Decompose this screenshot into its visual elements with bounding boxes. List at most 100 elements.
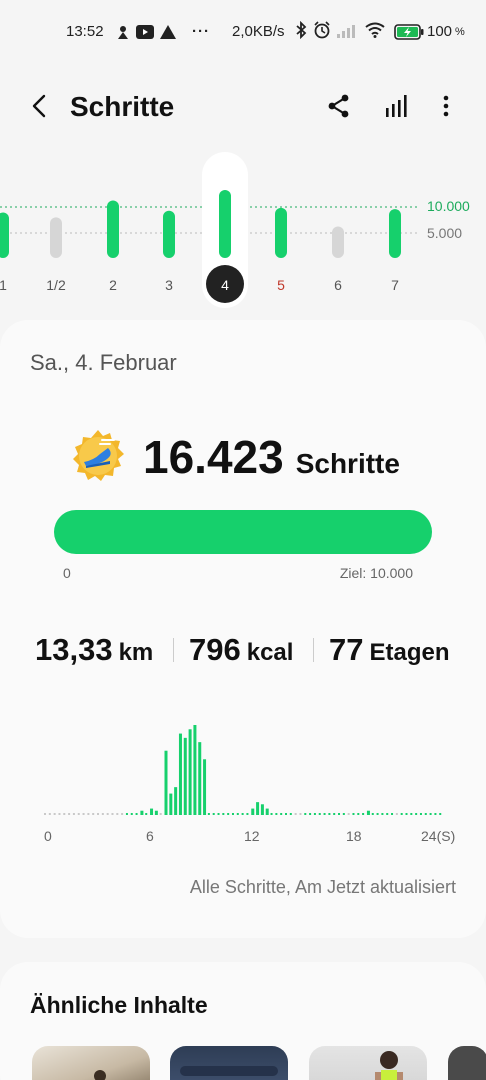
energy-stat: 796 kcal (189, 632, 293, 668)
hourly-bar (207, 813, 210, 815)
day-label[interactable]: 6 (334, 277, 342, 293)
hourly-bar (82, 813, 85, 815)
hourly-bar (231, 813, 234, 815)
hourly-bar (193, 725, 197, 815)
share-icon[interactable] (325, 92, 353, 120)
hourly-bar (347, 813, 350, 815)
hourly-bar (87, 813, 90, 815)
hourly-bar (381, 813, 384, 815)
hourly-bar (121, 813, 124, 815)
hourly-bar (164, 750, 168, 815)
hourly-bar (424, 813, 427, 815)
day-label[interactable]: 3 (165, 277, 173, 293)
hourly-bar (183, 737, 187, 815)
similar-content-section: Ähnliche Inhalte (0, 962, 486, 1080)
hourly-bar (125, 813, 128, 815)
app-header: Schritte (0, 80, 486, 136)
weekly-bars[interactable]: 1 1/2 2 3 4 5 6 7 (0, 150, 486, 310)
hour-label: 6 (146, 828, 154, 844)
similar-content-title: Ähnliche Inhalte (30, 992, 208, 1018)
hour-label: 12 (244, 828, 260, 844)
hour-label: 18 (346, 828, 362, 844)
progress-goal-label: Ziel: 10.000 (339, 565, 413, 581)
day-bar[interactable] (219, 190, 231, 258)
day-bar[interactable] (389, 209, 401, 258)
hourly-bar (405, 813, 408, 815)
goal-label-5000: 5.000 (427, 225, 463, 241)
hourly-bar (309, 813, 312, 815)
steps-unit: Schritte (295, 448, 400, 479)
hourly-bar (174, 787, 178, 815)
status-left-icons: ··· (116, 23, 210, 40)
floors-unit: Etagen (369, 639, 450, 666)
energy-value: 796 (189, 632, 241, 667)
similar-content-thumbnail[interactable] (448, 1046, 486, 1080)
status-right-icons (295, 21, 385, 39)
goal-progress-bar (54, 510, 432, 554)
hourly-bar (280, 813, 283, 815)
hourly-bar (58, 813, 61, 815)
more-notifications-icon: ··· (192, 23, 210, 40)
hourly-bar (140, 810, 144, 815)
day-bar[interactable] (163, 210, 175, 258)
hourly-bar (251, 808, 255, 815)
day-label[interactable]: 2 (109, 277, 117, 293)
runner-image (94, 1070, 106, 1080)
hourly-bar (150, 808, 154, 815)
hourly-bar (366, 810, 370, 815)
hourly-bar (116, 813, 119, 815)
day-label[interactable]: 5 (277, 277, 285, 293)
notification-app-icon (118, 25, 128, 39)
day-label[interactable]: 1/2 (46, 277, 66, 293)
day-bar[interactable] (0, 212, 9, 258)
back-arrow-icon[interactable] (26, 92, 54, 120)
goal-label-10000: 10.000 (427, 198, 470, 214)
stats-icon[interactable] (383, 92, 411, 120)
hourly-bar (111, 813, 114, 815)
day-bar[interactable] (275, 207, 287, 258)
hourly-bar (169, 793, 173, 815)
stat-divider (173, 638, 174, 662)
hourly-bar (410, 813, 413, 815)
day-label[interactable]: 4 (221, 277, 229, 293)
hour-label: 0 (44, 828, 52, 844)
similar-content-thumbnail[interactable] (170, 1046, 288, 1080)
weekly-chart[interactable]: 1 1/2 2 3 4 5 6 7 10.000 5.000 (0, 150, 486, 310)
hourly-bar (236, 813, 239, 815)
day-label[interactable]: 7 (391, 277, 399, 293)
daily-stats: 13,33 km 796 kcal 77 Etagen (0, 632, 486, 672)
hourly-bar (285, 813, 287, 815)
more-vert-icon[interactable] (432, 92, 460, 120)
hourly-bar (371, 813, 374, 815)
battery-unit: % (455, 25, 465, 38)
hourly-bar (362, 813, 365, 815)
hourly-bar (313, 813, 316, 815)
hourly-bar (101, 813, 104, 815)
hour-label: 24(S) (421, 828, 456, 844)
hourly-bar (391, 813, 394, 815)
hourly-bar (256, 802, 260, 815)
hourly-bar (222, 813, 225, 815)
day-bar[interactable] (332, 226, 344, 258)
hourly-bar (395, 813, 398, 815)
hourly-bar (48, 813, 51, 815)
hourly-bar (338, 813, 341, 815)
hourly-bar (376, 813, 379, 815)
similar-content-thumbnail[interactable] (32, 1046, 150, 1080)
day-bar[interactable] (107, 200, 119, 258)
day-bar[interactable] (50, 217, 62, 258)
hourly-bar (289, 813, 292, 815)
day-label[interactable]: 1 (0, 277, 7, 293)
hourly-bar (145, 813, 148, 815)
hourly-steps-chart[interactable] (0, 715, 486, 825)
hourly-bar (294, 813, 297, 815)
hourly-bar (97, 813, 100, 815)
distance-stat: 13,33 km (35, 632, 153, 668)
hourly-bar (318, 813, 321, 815)
hourly-bar (400, 813, 403, 815)
hourly-bar (154, 810, 158, 815)
hourly-bar (178, 733, 182, 815)
hourly-bar (53, 813, 56, 815)
similar-content-thumbnail[interactable] (309, 1046, 427, 1080)
hourly-bar (63, 813, 66, 815)
